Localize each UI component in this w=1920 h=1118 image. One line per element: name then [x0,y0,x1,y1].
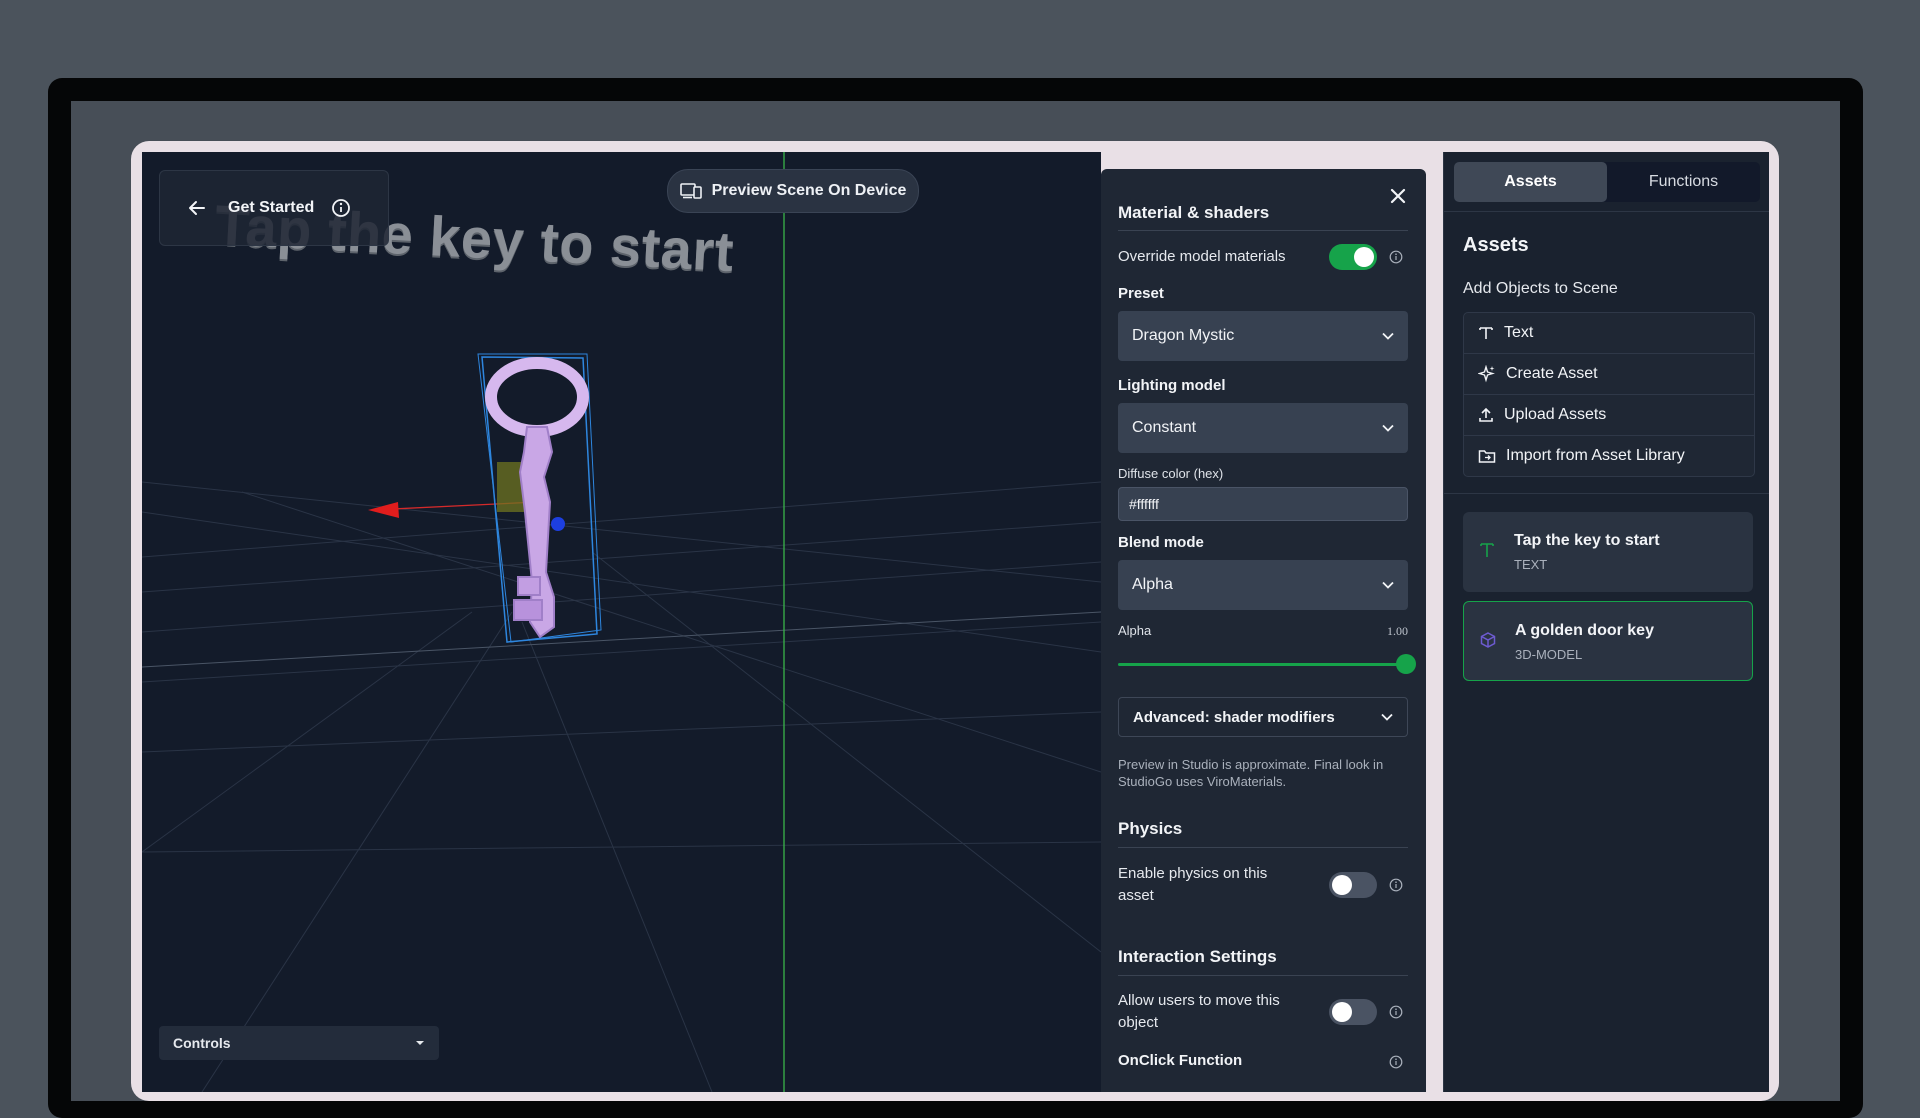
info-icon [332,199,351,217]
add-text-item[interactable]: Text [1464,313,1754,354]
menu-item-label: Import from Asset Library [1506,447,1685,464]
scene-object-title: A golden door key [1515,622,1654,639]
close-icon [1390,188,1406,204]
scene-grid [142,152,1101,1092]
blend-mode-value: Alpha [1132,576,1173,593]
chevron-down-icon [1382,424,1394,432]
upload-assets-item[interactable]: Upload Assets [1464,395,1754,436]
menu-item-label: Upload Assets [1504,406,1607,423]
blend-mode-label: Blend mode [1118,534,1204,551]
chevron-down-icon [1382,332,1394,340]
preset-label: Preset [1118,285,1164,302]
preview-scene-button[interactable]: Preview Scene On Device [667,169,919,213]
lighting-model-select[interactable]: Constant [1118,403,1408,453]
material-section-title: Material & shaders [1118,203,1270,222]
devices-icon [679,183,702,199]
diffuse-color-label: Diffuse color (hex) [1118,466,1224,481]
import-library-item[interactable]: Import from Asset Library [1464,436,1754,476]
diffuse-color-input[interactable] [1118,487,1408,521]
scene-object-card-selected[interactable]: A golden door key 3D-MODEL [1463,601,1753,681]
preview-scene-label: Preview Scene On Device [711,182,907,199]
controls-label: Controls [173,1035,231,1051]
tab-functions[interactable]: Functions [1607,162,1760,202]
info-icon[interactable] [1388,1004,1404,1020]
override-materials-label: Override model materials [1118,248,1286,265]
alpha-value: 1.00 [1387,624,1408,638]
advanced-shader-modifiers[interactable]: Advanced: shader modifiers [1118,697,1408,737]
scene-header: Get Started [159,170,389,246]
physics-section-title: Physics [1118,819,1183,838]
divider [1444,211,1769,212]
scene-object-card[interactable]: Tap the key to start TEXT [1463,512,1753,592]
preset-select[interactable]: Dragon Mystic [1118,311,1408,361]
sparkle-icon [1478,365,1495,383]
info-button[interactable] [330,197,352,219]
allow-move-label: Allow users to move this object [1118,992,1280,1031]
enable-physics-toggle[interactable] [1329,872,1377,898]
assets-title: Assets [1463,234,1529,256]
allow-move-toggle[interactable] [1329,999,1377,1025]
chevron-down-icon [1381,713,1393,721]
arrow-left-icon [189,201,205,215]
divider [1118,847,1408,848]
menu-item-label: Text [1504,324,1534,341]
folder-icon [1478,450,1496,463]
enable-physics-label: Enable physics on this asset [1118,865,1268,904]
cube-icon [1478,630,1498,650]
scene-viewport[interactable]: Tap the key to start Get Started Preview… [142,152,1101,1092]
blend-mode-select[interactable]: Alpha [1118,560,1408,610]
divider [1118,975,1408,976]
back-button[interactable] [186,197,208,219]
preview-note: Preview in Studio is approximate. Final … [1118,757,1384,789]
alpha-slider-track[interactable] [1118,663,1398,666]
scene-object-type: 3D-MODEL [1515,647,1583,662]
scene-title: Get Started [228,199,315,216]
add-objects-menu: Text Create Asset Upload Assets Import f… [1463,312,1755,477]
info-icon[interactable] [1388,877,1404,893]
text-icon [1479,327,1493,339]
assets-sidebar: Assets Functions Assets Add Objects to S… [1443,152,1769,1092]
alpha-slider-thumb[interactable] [1396,654,1416,674]
override-materials-toggle[interactable] [1329,244,1377,270]
divider [1444,493,1769,494]
onclick-function-label: OnClick Function [1118,1052,1243,1069]
create-asset-item[interactable]: Create Asset [1464,354,1754,395]
close-panel-button[interactable] [1387,185,1409,207]
alpha-label: Alpha [1118,623,1152,638]
preset-value: Dragon Mystic [1132,327,1235,344]
menu-item-label: Create Asset [1506,365,1598,382]
text-icon [1477,540,1497,560]
scene-object-title: Tap the key to start [1514,532,1660,549]
info-icon[interactable] [1388,249,1404,265]
info-icon[interactable] [1388,1054,1404,1070]
add-objects-label: Add Objects to Scene [1463,280,1618,297]
divider [1118,230,1408,231]
upload-icon [1479,407,1493,422]
controls-dropdown[interactable]: Controls [159,1026,439,1060]
lighting-model-value: Constant [1132,419,1197,436]
interaction-section-title: Interaction Settings [1118,947,1277,966]
advanced-shader-label: Advanced: shader modifiers [1133,708,1335,726]
caret-down-icon [416,1041,424,1045]
tab-assets[interactable]: Assets [1454,162,1607,202]
lighting-model-label: Lighting model [1118,377,1226,394]
sidebar-tabs: Assets Functions [1454,162,1760,202]
material-panel: Material & shaders Override model materi… [1101,169,1426,1092]
chevron-down-icon [1382,581,1394,589]
scene-object-type: TEXT [1514,557,1548,572]
